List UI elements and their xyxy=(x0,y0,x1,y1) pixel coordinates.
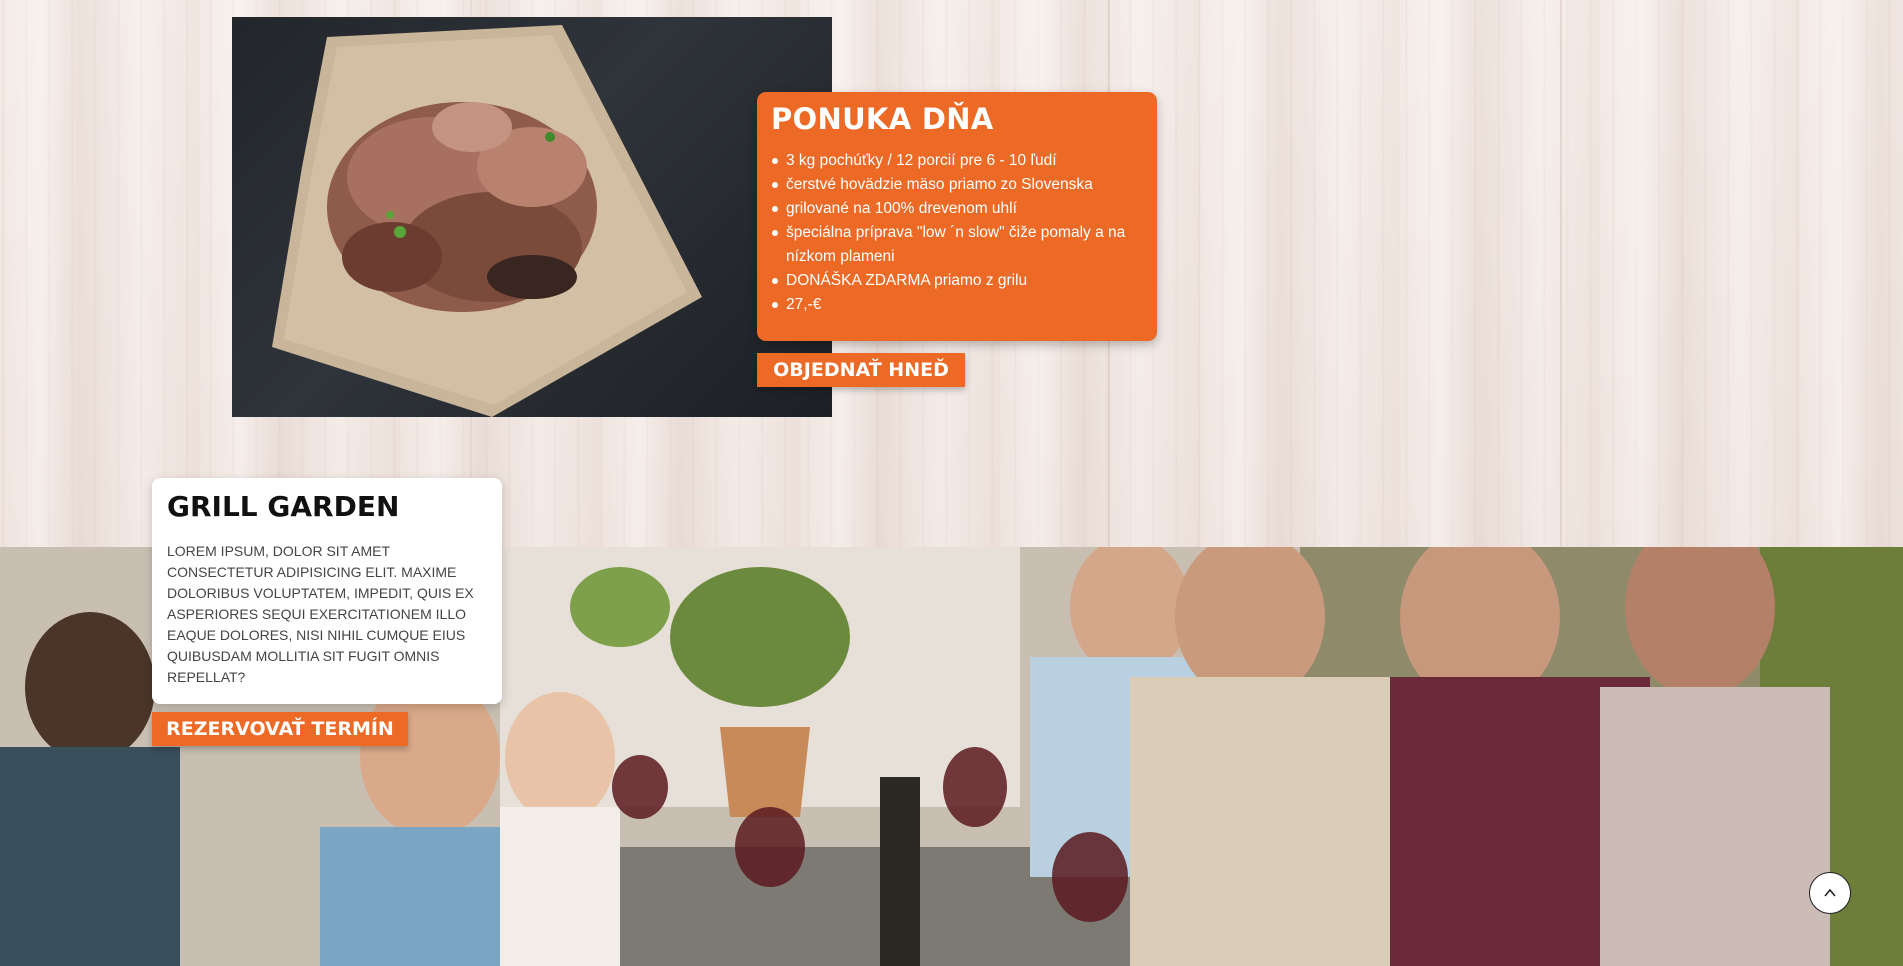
offer-item: 3 kg pochúťky / 12 porcií pre 6 - 10 ľud… xyxy=(771,149,1143,173)
order-now-button[interactable]: OBJEDNAŤ HNEĎ xyxy=(757,353,965,387)
daily-offer-card: PONUKA DŇA 3 kg pochúťky / 12 porcií pre… xyxy=(757,92,1157,341)
scroll-to-top-button[interactable] xyxy=(1809,872,1851,914)
garden-description: Lorem ipsum, dolor sit amet consectetur … xyxy=(167,542,474,685)
garden-title: GRILL GARDEN xyxy=(167,490,400,523)
offer-title: PONUKA DŇA xyxy=(771,102,994,136)
offer-price: 27,-€ xyxy=(771,293,1143,317)
chevron-up-icon xyxy=(1824,888,1836,897)
pulled-pork-photo xyxy=(232,17,832,417)
offer-item: DONÁŠKA ZDARMA priamo z grilu xyxy=(771,269,1143,293)
offer-list: 3 kg pochúťky / 12 porcií pre 6 - 10 ľud… xyxy=(771,149,1143,317)
plank-seam xyxy=(1560,0,1562,547)
offer-item: grilované na 100% drevenom uhlí xyxy=(771,197,1143,221)
offer-item: čerstvé hovädzie mäso priamo zo Slovensk… xyxy=(771,173,1143,197)
offer-item: špeciálna príprava "low ´n slow" čiže po… xyxy=(771,221,1143,269)
grill-garden-card: GRILL GARDEN Lorem ipsum, dolor sit amet… xyxy=(152,478,502,704)
reserve-date-button[interactable]: REZERVOVAŤ TERMÍN xyxy=(152,712,408,746)
